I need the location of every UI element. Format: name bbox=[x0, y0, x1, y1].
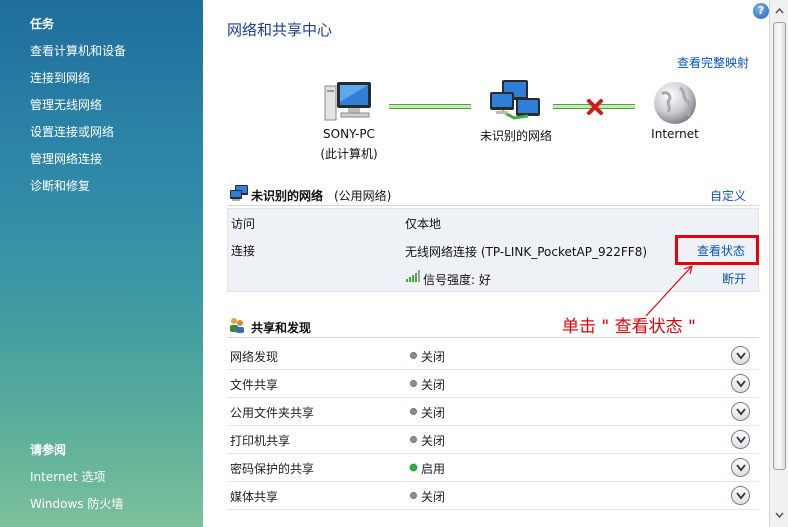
sidebar-item-setup-connection[interactable]: 设置连接或网络 bbox=[30, 123, 114, 140]
sidebar-item-firewall[interactable]: Windows 防火墙 bbox=[30, 495, 123, 512]
vertical-scrollbar[interactable] bbox=[769, 0, 788, 527]
pc-subtitle: (此计算机) bbox=[320, 147, 378, 161]
see-also-title: 请参阅 bbox=[30, 443, 67, 457]
network-section-header: 未识别的网络 (公用网络) bbox=[227, 184, 759, 206]
connection-value: 无线网络连接 (TP-LINK_PocketAP_922FF8) bbox=[405, 245, 648, 259]
internet-globe-icon bbox=[654, 82, 696, 124]
status-on-icon bbox=[410, 464, 417, 471]
status-off-icon bbox=[410, 492, 417, 499]
page-title: 网络和共享中心 bbox=[227, 21, 333, 39]
tasks-title: 任务 bbox=[30, 17, 55, 31]
status-off-icon bbox=[410, 352, 417, 359]
sharing-people-icon bbox=[230, 318, 244, 333]
status-off-icon bbox=[410, 380, 417, 387]
scroll-up-icon[interactable] bbox=[773, 4, 786, 18]
expand-chevron-icon[interactable] bbox=[731, 430, 750, 449]
scroll-down-icon[interactable] bbox=[773, 508, 786, 522]
sidebar-item-view-computers[interactable]: 查看计算机和设备 bbox=[30, 42, 126, 59]
sharing-row-value: 关闭 bbox=[421, 490, 446, 504]
sharing-row-printer: 打印机共享 关闭 bbox=[227, 426, 759, 454]
sharing-row-value: 关闭 bbox=[421, 434, 446, 448]
sharing-title: 共享和发现 bbox=[251, 321, 312, 335]
scroll-thumb[interactable] bbox=[773, 22, 786, 470]
annotation-text: 单击 " 查看状态 " bbox=[562, 317, 696, 337]
connection-label: 连接 bbox=[231, 244, 256, 258]
sidebar: 任务 查看计算机和设备 连接到网络 管理无线网络 设置连接或网络 管理网络连接 … bbox=[0, 0, 203, 527]
network-type: (公用网络) bbox=[334, 189, 392, 203]
sharing-row-media: 媒体共享 关闭 bbox=[227, 482, 759, 510]
signal-strength-icon bbox=[406, 270, 420, 282]
signal-strength: 信号强度: 好 bbox=[423, 273, 491, 287]
network-icon bbox=[490, 80, 540, 120]
network-name: 未识别的网络 bbox=[251, 189, 324, 203]
disconnect-link[interactable]: 断开 bbox=[722, 270, 746, 287]
sharing-row-name: 文件共享 bbox=[230, 378, 279, 392]
sharing-row-password-protected: 密码保护的共享 启用 bbox=[227, 454, 759, 482]
sharing-row-public-folder: 公用文件夹共享 关闭 bbox=[227, 398, 759, 426]
sharing-row-file-sharing: 文件共享 关闭 bbox=[227, 370, 759, 398]
view-full-map-link[interactable]: 查看完整映射 bbox=[677, 54, 749, 71]
status-off-icon bbox=[410, 436, 417, 443]
sidebar-item-diagnose[interactable]: 诊断和修复 bbox=[30, 177, 90, 194]
sharing-row-value: 关闭 bbox=[421, 350, 446, 364]
sharing-row-name: 密码保护的共享 bbox=[230, 462, 315, 476]
expand-chevron-icon[interactable] bbox=[731, 402, 750, 421]
sharing-row-name: 公用文件夹共享 bbox=[230, 406, 315, 420]
internet-label: Internet bbox=[651, 127, 699, 141]
status-off-icon bbox=[410, 408, 417, 415]
access-label: 访问 bbox=[231, 217, 256, 231]
sidebar-item-connect-network[interactable]: 连接到网络 bbox=[30, 69, 90, 86]
sharing-row-name: 媒体共享 bbox=[230, 490, 279, 504]
sharing-row-value: 关闭 bbox=[421, 406, 446, 420]
expand-chevron-icon[interactable] bbox=[731, 346, 750, 365]
connection-line-pc bbox=[389, 104, 471, 109]
computer-icon bbox=[324, 82, 371, 121]
sharing-row-network-discovery: 网络发现 关闭 bbox=[227, 342, 759, 370]
network-small-icon bbox=[230, 185, 248, 201]
network-map-label: 未识别的网络 bbox=[479, 129, 552, 143]
no-connection-x-icon bbox=[587, 99, 603, 115]
access-value: 仅本地 bbox=[405, 217, 442, 231]
sharing-table: 网络发现 关闭 文件共享 关闭 公用文件夹共享 关闭 打印机共享 关闭 密码保护… bbox=[227, 342, 759, 510]
sharing-row-name: 打印机共享 bbox=[230, 434, 291, 448]
sidebar-item-manage-connections[interactable]: 管理网络连接 bbox=[30, 150, 102, 167]
expand-chevron-icon[interactable] bbox=[731, 458, 750, 477]
expand-chevron-icon[interactable] bbox=[731, 374, 750, 393]
pc-name: SONY-PC bbox=[323, 127, 375, 141]
sidebar-item-internet-options[interactable]: Internet 选项 bbox=[30, 468, 105, 485]
help-icon[interactable]: ? bbox=[753, 3, 769, 19]
sidebar-item-manage-wireless[interactable]: 管理无线网络 bbox=[30, 96, 102, 113]
sharing-row-value: 关闭 bbox=[421, 378, 446, 392]
expand-chevron-icon[interactable] bbox=[731, 486, 750, 505]
sharing-row-value: 启用 bbox=[421, 462, 446, 476]
customize-link[interactable]: 自定义 bbox=[710, 187, 746, 204]
annotation-highlight-box bbox=[675, 235, 759, 265]
sharing-row-name: 网络发现 bbox=[230, 350, 279, 364]
